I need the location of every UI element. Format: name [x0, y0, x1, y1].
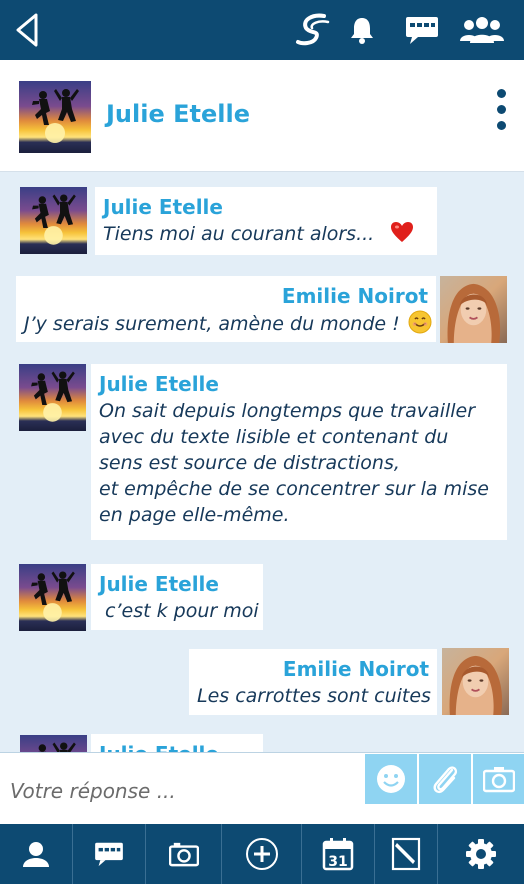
notes-icon — [391, 837, 421, 871]
message-author: Julie Etelle — [99, 572, 219, 596]
avatar — [20, 187, 87, 254]
conversation-header: Julie Etelle — [0, 60, 524, 172]
message-bubble[interactable]: Julie Etelle c’est k pour moi — [91, 564, 263, 630]
message-author: Emilie Noirot — [282, 657, 429, 681]
nav-add[interactable] — [222, 824, 302, 884]
brand-logo-icon — [296, 13, 330, 46]
more-options-button[interactable] — [494, 89, 508, 133]
smile-emoji-icon — [408, 310, 432, 334]
group-button[interactable] — [458, 10, 506, 50]
photo-button[interactable] — [473, 754, 524, 804]
back-button[interactable] — [14, 12, 40, 48]
settings-icon — [466, 839, 496, 869]
message-bubble[interactable]: Emilie Noirot J’y serais surement, amène… — [16, 276, 436, 342]
message-text-line: On sait depuis longtemps que travailler — [99, 400, 476, 422]
bottom-navigation: 31 — [0, 824, 524, 884]
more-vertical-icon — [496, 89, 506, 98]
top-app-bar — [0, 0, 524, 60]
avatar — [442, 648, 509, 715]
brand-logo-button[interactable] — [292, 10, 332, 50]
message-author: Emilie Noirot — [281, 284, 428, 308]
chat-button[interactable] — [402, 10, 442, 50]
profile-icon — [23, 842, 49, 867]
message-text: J’y serais surement, amène du monde ! — [24, 310, 432, 337]
chat-icon — [406, 17, 438, 44]
svg-text:31: 31 — [328, 854, 347, 870]
message-text: c’est k pour moi — [99, 600, 259, 622]
message-list[interactable]: Julie Etelle Tiens moi au courant alors.… — [0, 172, 524, 752]
message-bubble[interactable]: Julie Etelle — [91, 734, 263, 752]
camera-icon — [482, 767, 515, 793]
messages-icon — [95, 842, 123, 867]
camera-icon — [168, 842, 199, 867]
avatar — [440, 276, 507, 343]
calendar-icon: 31 — [322, 838, 354, 871]
nav-notes[interactable] — [375, 824, 438, 884]
nav-settings[interactable] — [438, 824, 524, 884]
message-text-line: en page elle-même. — [99, 504, 290, 526]
message-bubble[interactable]: Emilie Noirot Les carrottes sont cuites — [189, 649, 437, 715]
message-bubble[interactable]: Julie Etelle Tiens moi au courant alors.… — [95, 187, 437, 255]
avatar — [19, 364, 86, 431]
emoji-button[interactable] — [365, 754, 417, 804]
message-text-line: sens est source de distractions, — [99, 452, 400, 474]
message-text: Les carrottes sont cuites — [197, 685, 431, 707]
nav-messages[interactable] — [73, 824, 146, 884]
attach-button[interactable] — [419, 754, 471, 804]
back-icon — [16, 13, 38, 47]
add-icon — [245, 838, 278, 870]
avatar — [19, 564, 86, 631]
avatar — [20, 735, 87, 752]
message-bubble[interactable]: Julie Etelle On sait depuis longtemps qu… — [91, 364, 507, 540]
message-text-line: et empêche de se concentrer sur la mise — [99, 478, 489, 500]
contact-avatar[interactable] — [19, 81, 91, 153]
heart-icon — [391, 222, 414, 242]
reply-composer — [0, 752, 524, 824]
nav-calendar[interactable]: 31 — [302, 824, 375, 884]
contact-name[interactable]: Julie Etelle — [106, 100, 250, 128]
message-author: Julie Etelle — [103, 195, 223, 219]
bell-icon — [351, 18, 373, 44]
nav-profile[interactable] — [0, 824, 73, 884]
group-icon — [460, 17, 504, 43]
smiley-icon — [377, 765, 405, 793]
reply-input[interactable] — [10, 767, 360, 815]
notifications-button[interactable] — [345, 10, 379, 50]
paperclip-icon — [433, 766, 458, 794]
message-author: Julie Etelle — [99, 372, 219, 396]
nav-camera[interactable] — [146, 824, 222, 884]
message-text: Tiens moi au courant alors... — [103, 221, 429, 247]
message-author: Julie Etelle — [99, 740, 255, 752]
message-text-line: avec du texte lisible et contenant du — [99, 426, 449, 448]
